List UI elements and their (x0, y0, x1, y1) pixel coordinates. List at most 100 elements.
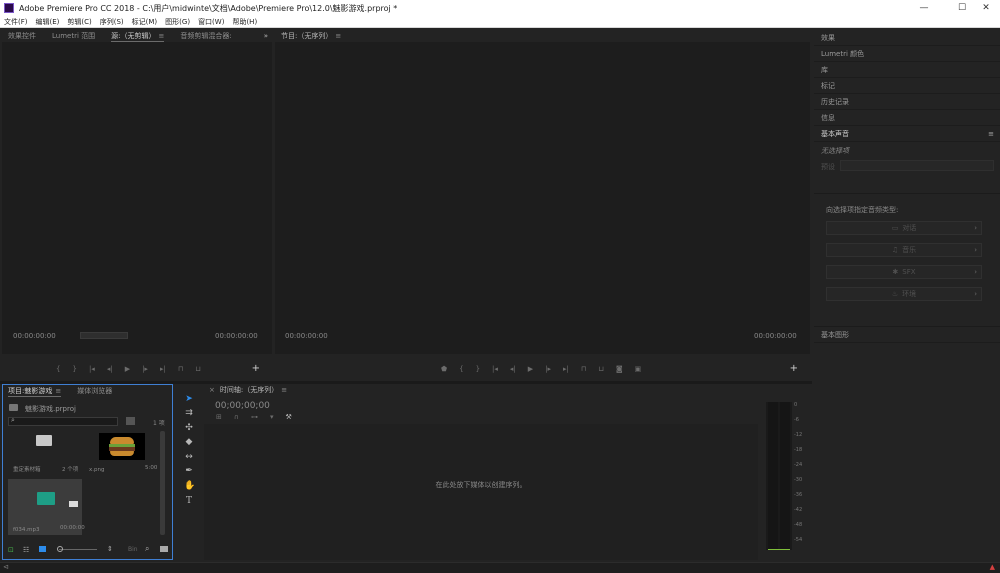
menu-edit[interactable]: 编辑(E) (36, 17, 60, 27)
menu-graphics[interactable]: 图形(G) (165, 17, 190, 27)
nest-icon[interactable]: ⊞ (216, 413, 222, 421)
warning-icon[interactable]: ▲ (990, 563, 995, 571)
play-icon[interactable]: ▶ (125, 365, 130, 373)
panel-menu-icon[interactable]: ≡ (988, 130, 994, 138)
window-title: Adobe Premiere Pro CC 2018 - C:\用户\midwi… (19, 3, 398, 13)
tab-audio-clip-mixer[interactable]: 音频剪辑混合器: (180, 31, 231, 41)
menu-help[interactable]: 帮助(H) (232, 17, 257, 27)
ripple-edit-tool-icon[interactable]: ✣ (184, 423, 194, 433)
tab-timeline[interactable]: 时间轴:（无序列） ≡ (220, 385, 287, 395)
tab-media-browser[interactable]: 媒体浏览器 (77, 386, 112, 396)
insert-icon[interactable]: ⊓ (178, 365, 183, 373)
preset-dropdown[interactable] (840, 160, 994, 171)
panel-essential-sound[interactable]: 基本声音 ≡ (814, 126, 1000, 142)
source-timecode-current[interactable]: 00:00:00:00 (13, 332, 56, 340)
panel-libraries[interactable]: 库 (814, 62, 1000, 78)
panel-menu-icon[interactable]: ≡ (335, 32, 341, 40)
menu-sequence[interactable]: 序列(S) (100, 17, 124, 27)
razor-tool-icon[interactable]: ◆ (184, 437, 194, 447)
go-to-in-icon[interactable]: |◂ (89, 365, 95, 373)
close-tab-icon[interactable]: × (209, 386, 215, 394)
overwrite-icon[interactable]: ⊔ (195, 365, 200, 373)
close-button[interactable]: ✕ (972, 0, 1000, 16)
panel-markers[interactable]: 标记 (814, 78, 1000, 94)
panel-essential-graphics[interactable]: 基本图形 (814, 327, 1000, 343)
add-marker-icon[interactable]: ▾ (270, 413, 274, 421)
tab-program[interactable]: 节目:（无序列） ≡ (281, 31, 341, 41)
panel-menu-icon[interactable]: ≡ (159, 32, 165, 40)
tab-source[interactable]: 源:（无剪辑） ≡ (111, 31, 165, 42)
menu-clip[interactable]: 剪辑(C) (67, 17, 91, 27)
project-search-input[interactable]: ⌕ (8, 416, 118, 426)
music-button[interactable]: ♫ 音乐 › (826, 243, 982, 257)
step-back-icon[interactable]: ◂| (510, 365, 516, 373)
panel-lumetri-color[interactable]: Lumetri 颜色 (814, 46, 1000, 62)
linked-selection-icon[interactable]: ⊶ (251, 413, 258, 421)
step-back-icon[interactable]: ◂| (107, 365, 113, 373)
panel-history[interactable]: 历史记录 (814, 94, 1000, 110)
timeline-timecode[interactable]: 00;00;00;00 (215, 401, 270, 411)
overflow-icon[interactable]: » (264, 32, 268, 40)
dialogue-button[interactable]: ▭ 对话 › (826, 221, 982, 235)
sfx-button[interactable]: ✱ SFX › (826, 265, 982, 279)
list-item[interactable]: f034.mp3 00:00:00 (8, 479, 85, 535)
source-monitor-viewport[interactable] (2, 42, 272, 354)
comparison-view-icon[interactable]: ▣ (635, 365, 642, 373)
minimize-button[interactable]: — (910, 0, 938, 16)
program-monitor-viewport[interactable] (275, 42, 810, 354)
list-view-icon[interactable]: ☷ (23, 546, 29, 554)
mark-in-icon[interactable]: { (459, 365, 463, 373)
list-item[interactable]: 重定素材箱 2 个项 (8, 431, 82, 479)
panel-info[interactable]: 信息 (814, 110, 1000, 126)
lift-icon[interactable]: ⊓ (581, 365, 586, 373)
panel-menu-icon[interactable]: ≡ (281, 386, 287, 394)
source-add-button[interactable]: + (252, 363, 260, 374)
pen-tool-icon[interactable]: ✒ (184, 466, 194, 476)
source-zoom-scrollbar[interactable] (80, 332, 128, 339)
add-marker-icon[interactable]: ⬟ (441, 365, 447, 373)
menu-window[interactable]: 窗口(W) (198, 17, 224, 27)
lock-icon[interactable]: ⊡ (8, 546, 14, 554)
preset-label: 预设 (821, 163, 835, 171)
go-to-out-icon[interactable]: ▸| (563, 365, 569, 373)
menu-file[interactable]: 文件(F) (4, 17, 28, 27)
step-forward-icon[interactable]: |▸ (545, 365, 551, 373)
tab-project[interactable]: 项目:魅影游戏 ≡ (8, 386, 62, 397)
no-selection-label: 无选择项 (821, 147, 849, 155)
extract-icon[interactable]: ⊔ (598, 365, 603, 373)
type-tool-icon[interactable]: T (184, 496, 194, 506)
list-item[interactable]: x.png 5:00 (85, 431, 159, 479)
program-timecode-current[interactable]: 00:00:00:00 (285, 332, 328, 340)
export-frame-icon[interactable]: ◙ (616, 365, 623, 373)
zoom-slider-handle[interactable] (57, 546, 63, 552)
zoom-slider[interactable] (59, 549, 97, 550)
panel-menu-icon[interactable]: ≡ (55, 387, 61, 395)
icon-view-icon[interactable] (39, 546, 46, 552)
go-to-in-icon[interactable]: |◂ (492, 365, 498, 373)
program-add-button[interactable]: + (790, 363, 798, 374)
track-select-tool-icon[interactable]: ⇉ (184, 408, 194, 418)
tab-effect-controls[interactable]: 效果控件 (8, 31, 36, 41)
new-search-bin-icon[interactable] (126, 417, 135, 425)
ambience-button[interactable]: ♨ 环境 › (826, 287, 982, 301)
timeline-drop-area[interactable] (204, 424, 758, 560)
panel-effects[interactable]: 效果 (814, 30, 1000, 46)
selection-tool-icon[interactable]: ➤ (184, 394, 194, 404)
mark-out-icon[interactable]: } (72, 365, 76, 373)
tab-lumetri-scopes[interactable]: Lumetri 范围 (52, 31, 95, 41)
wrench-icon[interactable]: ⚒ (286, 413, 292, 421)
slip-tool-icon[interactable]: ↔ (184, 452, 194, 462)
sort-icon[interactable]: ⇕ (107, 545, 113, 553)
menu-marker[interactable]: 标记(M) (132, 17, 158, 27)
bin-item-name: f034.mp3 (13, 527, 40, 533)
hand-tool-icon[interactable]: ✋ (184, 481, 195, 491)
snap-icon[interactable]: ∩ (234, 413, 239, 421)
play-icon[interactable]: ▶ (528, 365, 533, 373)
mark-out-icon[interactable]: } (476, 365, 480, 373)
project-scrollbar[interactable] (160, 431, 165, 535)
find-icon[interactable]: ⌕ (145, 544, 149, 554)
mark-in-icon[interactable]: { (56, 365, 60, 373)
go-to-out-icon[interactable]: ▸| (160, 365, 166, 373)
step-forward-icon[interactable]: |▸ (142, 365, 148, 373)
new-bin-icon[interactable] (160, 546, 168, 552)
